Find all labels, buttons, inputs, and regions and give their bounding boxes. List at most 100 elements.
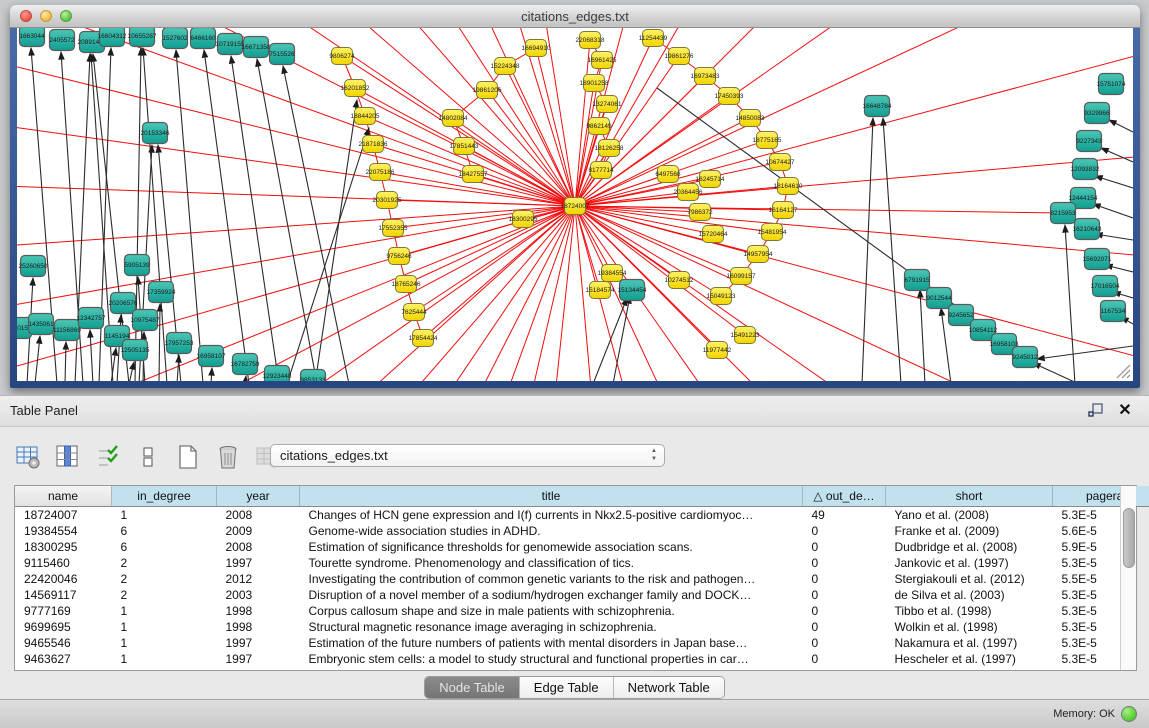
table-row[interactable]: 2242004622012Investigating the contribut… (15, 571, 1149, 587)
graph-node[interactable]: 1663044 (19, 28, 45, 47)
graph-node[interactable]: 20153346 (141, 123, 170, 144)
graph-node[interactable]: 16671358 (242, 37, 271, 58)
graph-node[interactable]: 5905139 (124, 255, 150, 276)
graph-node[interactable]: 10674427 (766, 154, 795, 171)
graph-node[interactable]: 18844205 (351, 108, 380, 125)
graph-node[interactable]: 17854424 (409, 330, 438, 347)
graph-node[interactable]: 25260650 (19, 256, 48, 277)
vertical-scrollbar[interactable] (1120, 486, 1136, 670)
graph-node[interactable]: 10655287 (128, 28, 157, 47)
graph-node[interactable]: 16694910 (522, 40, 551, 57)
graph-node[interactable]: 1527602 (162, 28, 188, 49)
graph-node[interactable]: 14957954 (744, 246, 773, 263)
graph-node[interactable]: 20364456 (674, 184, 703, 201)
graph-node[interactable]: 18427557 (459, 166, 488, 183)
graph-node[interactable]: 18300295 (509, 211, 538, 228)
table-row[interactable]: 1456911722003Disruption of a novel membe… (15, 587, 1149, 603)
tab-node-table[interactable]: Node Table (425, 677, 520, 698)
graph-node[interactable]: 7625444 (401, 304, 427, 321)
graph-node[interactable]: 16604312 (98, 28, 127, 47)
float-panel-button[interactable] (1087, 402, 1105, 420)
graph-node[interactable]: 15134454 (618, 280, 647, 301)
column-header-short[interactable]: short (886, 486, 1053, 507)
graph-node[interactable]: 9227343 (1076, 131, 1102, 152)
graph-node[interactable]: 15184574 (586, 282, 615, 299)
column-header-year[interactable]: year (217, 486, 300, 507)
graph-node[interactable]: 14802084 (439, 110, 468, 127)
graph-node[interactable]: 17552355 (379, 220, 408, 237)
graph-node[interactable]: 9329966 (1084, 103, 1110, 124)
table-row[interactable]: 946362711997Embryonic stem cells: a mode… (15, 651, 1149, 667)
graph-node[interactable]: 14850083 (736, 110, 765, 127)
graph-node[interactable]: 17359924 (147, 282, 176, 303)
graph-node[interactable]: 7515526 (269, 44, 295, 65)
table-selector-dropdown[interactable]: citations_edges.txt ▲▼ (270, 444, 665, 467)
graph-node[interactable]: 21871836 (359, 136, 388, 153)
graph-node[interactable]: 15224348 (491, 58, 520, 75)
graph-node[interactable]: 17851443 (450, 138, 479, 155)
graph-node[interactable]: 15720464 (699, 226, 728, 243)
graph-node[interactable]: 15049123 (707, 288, 736, 305)
window-titlebar[interactable]: citations_edges.txt (10, 5, 1140, 28)
graph-node[interactable]: 6466160 (190, 28, 216, 49)
graph-node[interactable]: 16164127 (769, 202, 798, 219)
graph-node[interactable]: 11156869 (53, 320, 81, 341)
tab-network-table[interactable]: Network Table (614, 677, 724, 698)
graph-node[interactable]: 16961425 (588, 52, 617, 69)
graph-node[interactable]: 2405572 (49, 30, 75, 51)
close-panel-button[interactable]: ✕ (1115, 400, 1135, 420)
graph-node[interactable]: 19384554 (598, 265, 627, 282)
graph-node[interactable]: 1167534 (1101, 301, 1126, 322)
graph-node[interactable]: 9012544 (926, 288, 952, 309)
graph-node[interactable]: 17450393 (715, 88, 744, 105)
graph-node[interactable]: 6791915 (904, 270, 930, 291)
delete-table-button[interactable] (214, 443, 242, 471)
graph-node[interactable]: 17016504 (1091, 276, 1120, 297)
row-height-button[interactable] (134, 443, 162, 471)
graph-node[interactable]: 18901258 (580, 75, 609, 92)
graph-node[interactable]: 12923448 (263, 366, 292, 382)
graph-node[interactable]: 18126258 (595, 140, 624, 157)
graph-node[interactable]: 9806274 (329, 48, 355, 65)
graph-node[interactable]: 9853133 (300, 370, 326, 382)
graph-node[interactable]: 12342757 (77, 308, 106, 329)
create-table-button[interactable] (174, 443, 202, 471)
graph-node[interactable]: 17957253 (165, 333, 194, 354)
graph-node[interactable]: 9756246 (386, 248, 412, 265)
select-rows-button[interactable] (94, 443, 122, 471)
table-row[interactable]: 977716911998Corpus callosum shape and si… (15, 603, 1149, 619)
graph-node[interactable]: 15481954 (758, 224, 787, 241)
canvas-resize-grip[interactable] (1117, 365, 1130, 378)
table-row[interactable]: 911546021997Tourette syndrome. Phenomeno… (15, 555, 1149, 571)
graph-node[interactable]: 16958107 (197, 346, 226, 367)
graph-node[interactable]: 12505135 (121, 340, 150, 361)
graph-node[interactable]: 1435061 (28, 314, 54, 335)
graph-node[interactable]: 19861276 (665, 48, 694, 65)
graph-node[interactable]: 16782759 (231, 354, 260, 375)
graph-node[interactable]: 6497568 (655, 166, 681, 183)
graph-node[interactable]: 18775165 (753, 132, 782, 149)
column-header-in-degree[interactable]: in_degree (112, 486, 217, 507)
graph-node[interactable]: 16245714 (696, 171, 725, 188)
graph-node[interactable]: 18724007 (561, 198, 590, 215)
column-header-out-degree[interactable]: △ out_de… (803, 486, 886, 507)
graph-node[interactable]: 18765246 (392, 276, 421, 293)
graph-node[interactable]: 13274061 (593, 96, 622, 113)
graph-node[interactable]: 16099157 (727, 268, 756, 285)
graph-node[interactable]: 10975487 (131, 310, 160, 331)
table-row[interactable]: 969969511998Structural magnetic resonanc… (15, 619, 1149, 635)
graph-node[interactable]: 7986372 (687, 204, 713, 221)
graph-node[interactable]: 16973483 (691, 68, 720, 85)
graph-node[interactable]: 16210643 (1073, 219, 1102, 240)
table-row[interactable]: 1830029562008Estimation of significance … (15, 539, 1149, 555)
scrollbar-thumb[interactable] (1123, 508, 1135, 568)
graph-node[interactable]: 18164610 (774, 178, 803, 195)
graph-node[interactable]: 11977442 (703, 342, 732, 359)
table-row[interactable]: 946554611997Estimation of the future num… (15, 635, 1149, 651)
table-row[interactable]: 1872400712008Changes of HCN gene express… (15, 507, 1149, 524)
column-header-name[interactable]: name (15, 486, 112, 507)
graph-node[interactable]: 10274512 (665, 272, 694, 289)
graph-node[interactable]: 22075186 (366, 164, 395, 181)
graph-node[interactable]: 9862149 (586, 118, 612, 135)
graph-node[interactable]: 9245012 (1012, 347, 1038, 368)
